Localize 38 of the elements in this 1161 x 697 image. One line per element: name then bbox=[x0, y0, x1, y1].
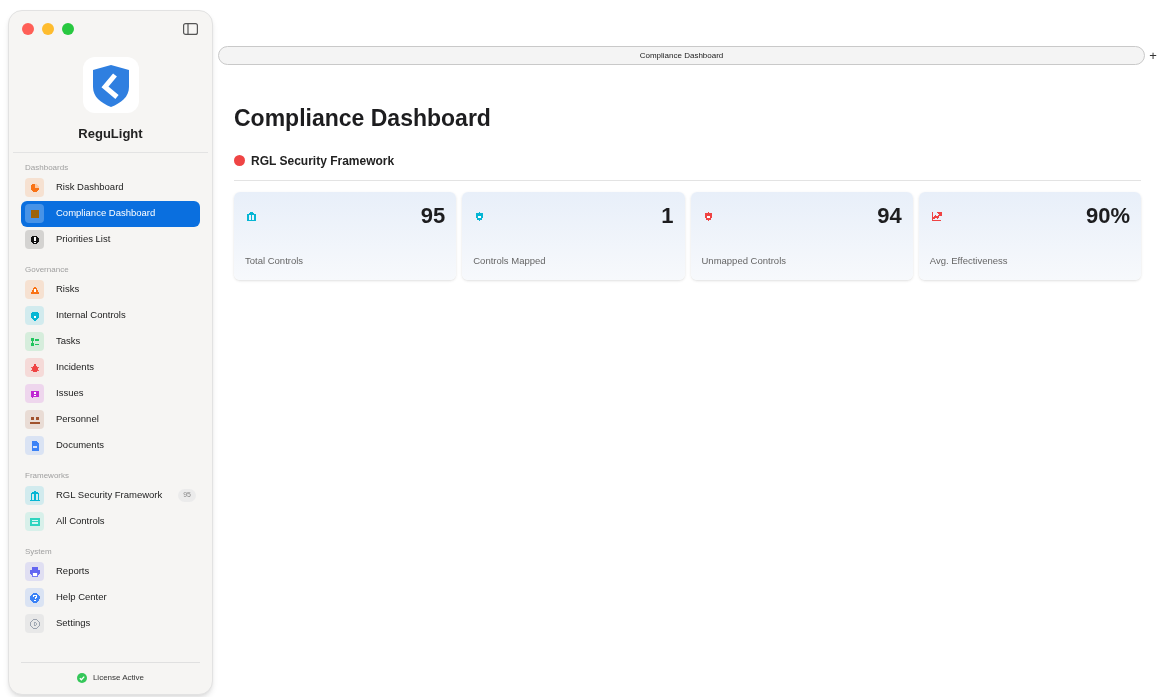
zoom-window-button[interactable] bbox=[62, 23, 74, 35]
sidebar-item[interactable]: Incidents bbox=[21, 354, 200, 381]
stat-value: 1 bbox=[661, 204, 674, 227]
section-header: Governance bbox=[24, 263, 70, 275]
sidebar-item[interactable]: Internal Controls bbox=[21, 302, 200, 329]
sidebar-item[interactable]: Risk Dashboard bbox=[21, 174, 200, 201]
section-header: Frameworks bbox=[24, 469, 70, 481]
sidebar-item[interactable]: Risks bbox=[21, 276, 200, 303]
app-logo-icon bbox=[82, 57, 139, 113]
sidebar-toggle-icon[interactable] bbox=[183, 23, 198, 35]
framework-name: RGL Security Framework bbox=[251, 152, 395, 170]
sidebar-item[interactable]: Compliance Dashboard bbox=[21, 200, 200, 227]
app-name: ReguLight bbox=[77, 125, 144, 143]
license-status: License Active bbox=[92, 671, 145, 684]
stat-value: 95 bbox=[420, 204, 446, 227]
stat-value: 90% bbox=[1085, 204, 1130, 227]
stat-value: 94 bbox=[877, 204, 902, 227]
tab[interactable]: Compliance Dashboard bbox=[218, 46, 1145, 65]
stat-label: Unmapped Controls bbox=[701, 254, 787, 269]
stat-label: Total Controls bbox=[245, 254, 305, 269]
sidebar-item[interactable]: Priorities List bbox=[21, 226, 200, 253]
sidebar-item[interactable]: Documents bbox=[21, 432, 200, 459]
sidebar-item[interactable]: Personnel bbox=[21, 406, 200, 433]
new-tab-button[interactable]: + bbox=[1145, 49, 1161, 62]
close-window-button[interactable] bbox=[22, 23, 34, 35]
sidebar-item[interactable]: Help Center bbox=[21, 584, 200, 611]
sidebar-item[interactable]: Issues bbox=[21, 380, 200, 407]
section-header: System bbox=[24, 545, 53, 557]
sidebar-item[interactable]: Tasks bbox=[21, 328, 200, 355]
stat-label: Avg. Effectiveness bbox=[929, 254, 1009, 269]
stat-label: Controls Mapped bbox=[473, 254, 547, 269]
sidebar-item[interactable]: Settings bbox=[21, 610, 200, 637]
page-title: Compliance Dashboard bbox=[234, 104, 492, 133]
section-header: Dashboards bbox=[24, 161, 70, 173]
check-circle-icon bbox=[76, 672, 87, 683]
sidebar-item[interactable]: All Controls bbox=[21, 508, 200, 535]
sidebar-item[interactable]: Reports bbox=[21, 558, 200, 585]
minimize-window-button[interactable] bbox=[42, 23, 54, 35]
